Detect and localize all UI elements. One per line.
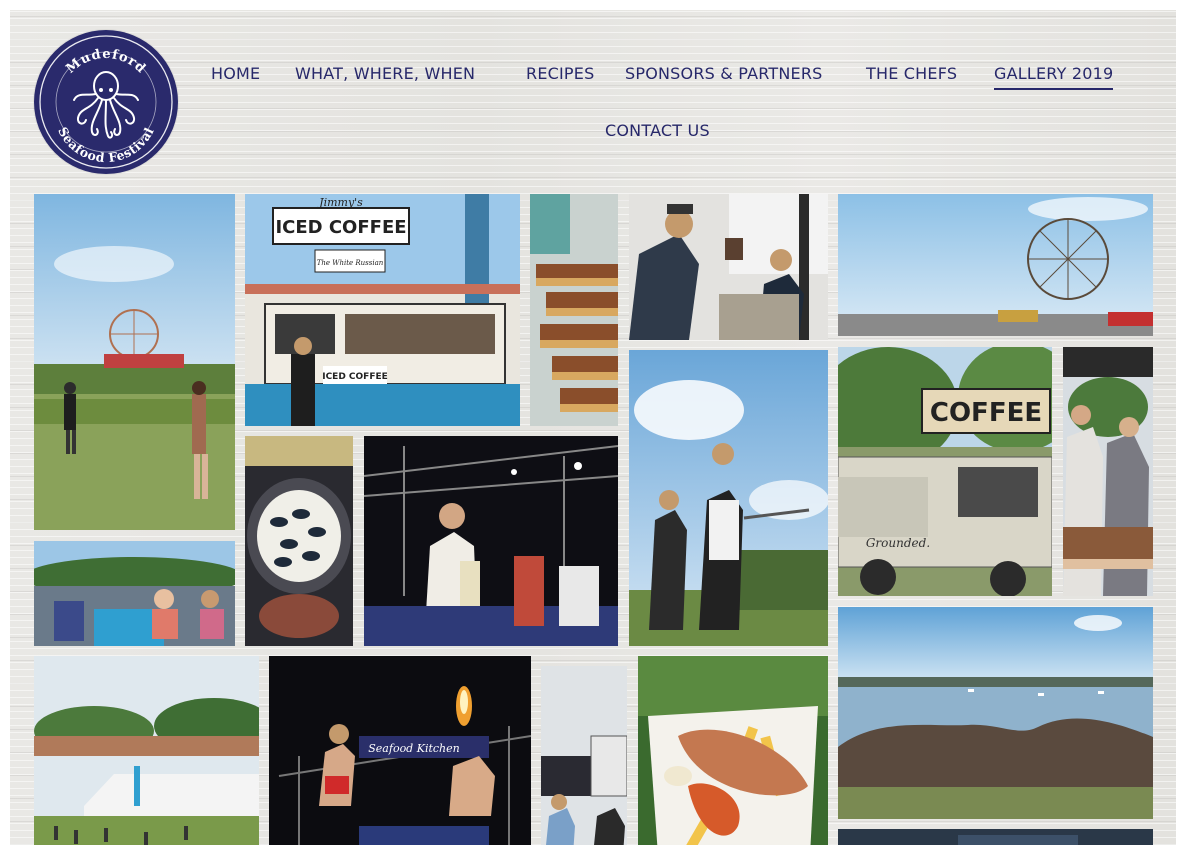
- grounded-logo: Grounded.: [866, 536, 930, 550]
- nav-the-chefs[interactable]: THE CHEFS: [866, 64, 957, 84]
- white-russian-sign: The White Russian: [317, 259, 384, 267]
- photo-cake-stall[interactable]: [1063, 347, 1153, 596]
- jimmys-brand: Jimmy's: [317, 196, 363, 209]
- coffee-sign: COFFEE: [930, 398, 1042, 428]
- photo-bartender[interactable]: [629, 194, 828, 340]
- photo-ferris-wheel-harbour[interactable]: [838, 194, 1153, 336]
- photo-juggler[interactable]: [629, 350, 828, 646]
- photo-mussels[interactable]: [245, 436, 353, 646]
- photo-festival-tents[interactable]: [34, 656, 259, 845]
- nav-contact-us[interactable]: CONTACT US: [605, 121, 710, 141]
- photo-chef-stage[interactable]: [364, 436, 618, 646]
- nav-home[interactable]: HOME: [211, 64, 260, 84]
- nav-sponsors-partners[interactable]: SPONSORS & PARTNERS: [625, 64, 823, 84]
- seafood-kitchen-sign: Seafood Kitchen: [368, 742, 459, 755]
- photo-ferris-wheel-field[interactable]: [34, 194, 235, 530]
- nav-gallery-2019[interactable]: GALLERY 2019: [994, 64, 1114, 90]
- nav-what-where-when[interactable]: WHAT, WHERE, WHEN: [295, 64, 475, 84]
- photo-bottom-partial[interactable]: [838, 829, 1153, 845]
- photo-iced-coffee-van[interactable]: ICED COFFEE Jimmy's The White Russian IC…: [245, 194, 520, 426]
- iced-coffee-sign: ICED COFFEE: [275, 217, 406, 238]
- photo-fire-show[interactable]: Seafood Kitchen: [269, 656, 531, 845]
- photo-stall-people[interactable]: [541, 666, 627, 845]
- photo-coffee-landrover[interactable]: COFFEE Grounded.: [838, 347, 1052, 596]
- photo-prawn-dish[interactable]: [638, 656, 828, 845]
- photo-cakes[interactable]: [530, 194, 618, 426]
- site-logo[interactable]: Mudeford Seafood Festival: [34, 30, 178, 174]
- octopus-icon: Mudeford Seafood Festival: [39, 35, 173, 169]
- photo-harbour-rocks[interactable]: [838, 607, 1153, 819]
- nav-recipes[interactable]: RECIPES: [526, 64, 594, 84]
- page-background: Mudeford Seafood Festival HOME WHAT, WHE…: [10, 10, 1176, 845]
- photo-kids-ride[interactable]: [34, 541, 235, 646]
- counter-sign: ICED COFFEE: [322, 372, 388, 382]
